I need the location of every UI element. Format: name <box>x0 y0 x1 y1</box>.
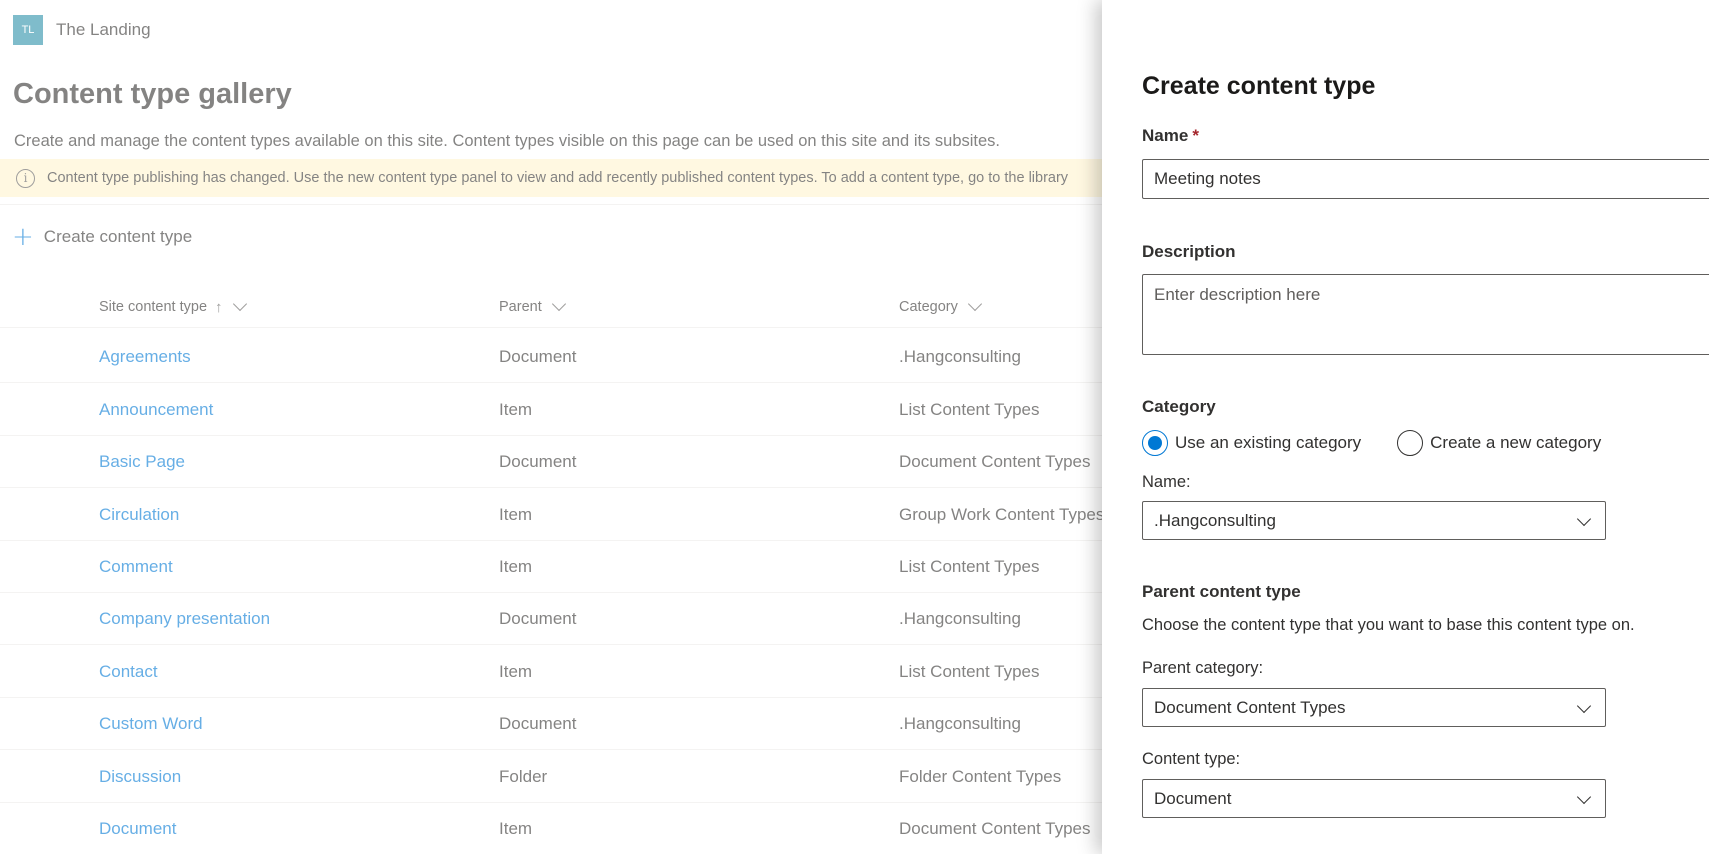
radio-label[interactable]: Use an existing category <box>1175 433 1361 453</box>
panel-title: Create content type <box>1142 72 1376 100</box>
category-name-label: Name: <box>1142 473 1191 491</box>
dropdown-value: .Hangconsulting <box>1154 510 1276 530</box>
category-radio-group: Use an existing category Create a new ca… <box>1142 430 1601 456</box>
parent-category-dropdown[interactable]: Document Content Types <box>1142 688 1606 727</box>
radio-dot <box>1148 436 1162 450</box>
chevron-down-icon <box>1576 511 1592 527</box>
name-label: Name * <box>1142 126 1199 146</box>
content-type-dropdown[interactable]: Document <box>1142 779 1606 818</box>
radio-create-new-category[interactable]: Create a new category <box>1397 430 1601 456</box>
parent-category-label: Parent category: <box>1142 659 1264 677</box>
name-input[interactable]: Meeting notes <box>1142 159 1709 199</box>
parent-content-type-description: Choose the content type that you want to… <box>1142 616 1635 634</box>
radio-unchecked-icon[interactable] <box>1397 430 1424 456</box>
description-textarea[interactable]: Enter description here <box>1142 274 1709 355</box>
description-label: Description <box>1142 242 1236 261</box>
dropdown-value: Document Content Types <box>1154 697 1346 717</box>
create-content-type-panel: Create content type Name * Meeting notes … <box>1102 0 1709 854</box>
required-marker: * <box>1192 126 1199 145</box>
category-label: Category <box>1142 397 1216 416</box>
name-label-text: Name <box>1142 126 1189 145</box>
radio-use-existing-category[interactable]: Use an existing category <box>1142 430 1361 456</box>
chevron-down-icon <box>1576 698 1592 714</box>
content-type-label: Content type: <box>1142 750 1241 768</box>
dropdown-value: Document <box>1154 788 1232 808</box>
chevron-down-icon <box>1576 789 1592 805</box>
radio-label[interactable]: Create a new category <box>1430 433 1601 453</box>
radio-checked-icon[interactable] <box>1142 430 1168 456</box>
parent-content-type-label: Parent content type <box>1142 582 1301 601</box>
category-name-dropdown[interactable]: .Hangconsulting <box>1142 501 1606 540</box>
